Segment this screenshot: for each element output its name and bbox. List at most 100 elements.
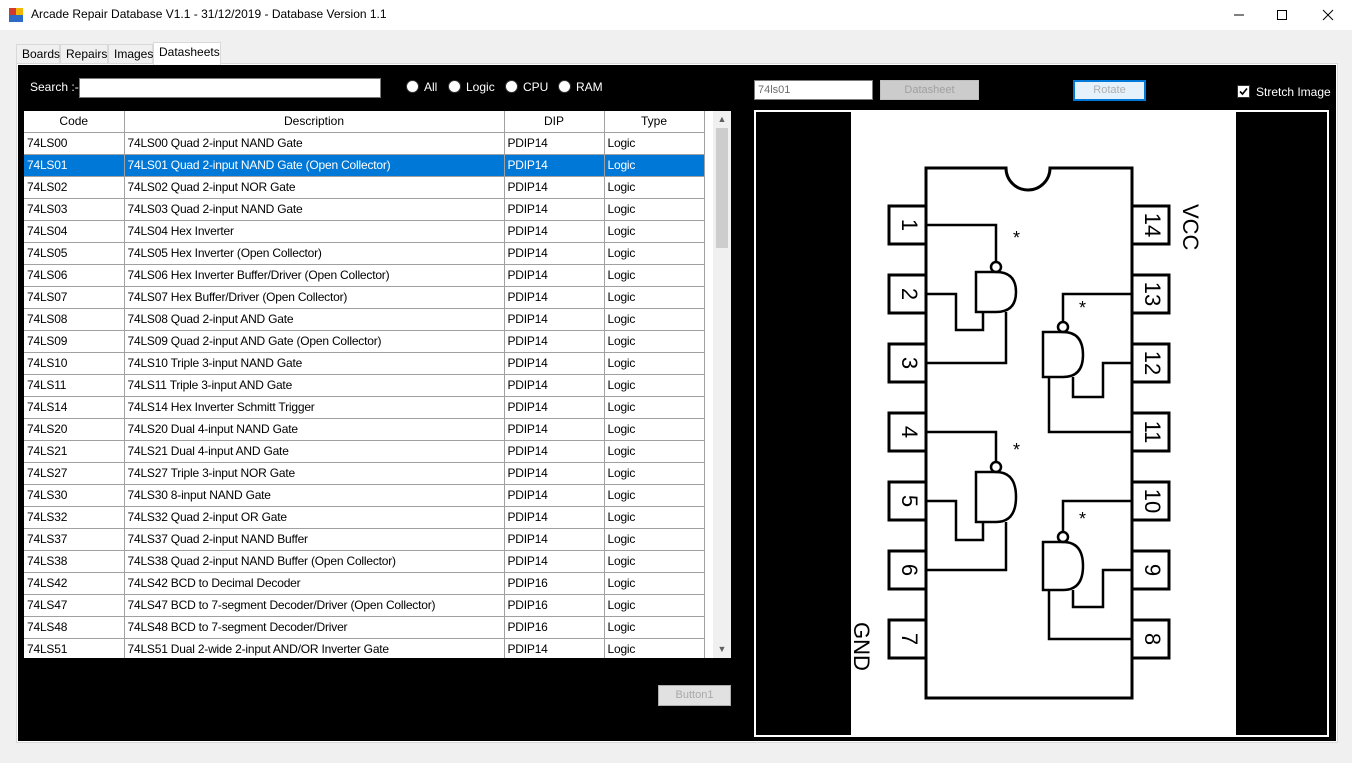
- table-row[interactable]: 74LS20 74LS20 Dual 4-input NAND Gate PDIP1…: [24, 418, 705, 441]
- cell-dip[interactable]: PDIP14: [504, 374, 605, 397]
- cell-description[interactable]: 74LS37 Quad 2-input NAND Buffer: [124, 528, 505, 551]
- cell-code[interactable]: 74LS10: [24, 352, 125, 375]
- cell-description[interactable]: 74LS51 Dual 2-wide 2-input AND/OR Invert…: [124, 638, 505, 658]
- filter-cpu-label[interactable]: CPU: [523, 80, 548, 94]
- cell-dip[interactable]: PDIP14: [504, 462, 605, 485]
- cell-code[interactable]: 74LS47: [24, 594, 125, 617]
- table-row[interactable]: 74LS30 74LS30 8-input NAND Gate PDIP14 Logi…: [24, 484, 705, 507]
- cell-code[interactable]: 74LS20: [24, 418, 125, 441]
- cell-description[interactable]: 74LS32 Quad 2-input OR Gate: [124, 506, 505, 529]
- cell-dip[interactable]: PDIP14: [504, 220, 605, 243]
- cell-dip[interactable]: PDIP16: [504, 616, 605, 639]
- cell-code[interactable]: 74LS05: [24, 242, 125, 265]
- stretch-image-label[interactable]: Stretch Image: [1256, 85, 1331, 99]
- maximize-button[interactable]: [1259, 0, 1305, 30]
- table-row[interactable]: 74LS38 74LS38 Quad 2-input NAND Buffer (O…: [24, 550, 705, 573]
- cell-type[interactable]: Logic: [604, 374, 705, 397]
- table-row[interactable]: 74LS48 74LS48 BCD to 7-segment Decoder/Dr…: [24, 616, 705, 639]
- cell-description[interactable]: 74LS27 Triple 3-input NOR Gate: [124, 462, 505, 485]
- cell-type[interactable]: Logic: [604, 286, 705, 309]
- cell-dip[interactable]: PDIP14: [504, 198, 605, 221]
- search-input[interactable]: [79, 78, 381, 98]
- grid-vertical-scrollbar[interactable]: ▲ ▼: [713, 111, 731, 658]
- cell-description[interactable]: 74LS00 Quad 2-input NAND Gate: [124, 132, 505, 155]
- cell-description[interactable]: 74LS08 Quad 2-input AND Gate: [124, 308, 505, 331]
- table-row[interactable]: 74LS51 74LS51 Dual 2-wide 2-input AND/OR …: [24, 638, 705, 658]
- cell-type[interactable]: Logic: [604, 418, 705, 441]
- column-header-dip[interactable]: DIP: [504, 111, 605, 133]
- tab-boards[interactable]: Boards: [16, 44, 60, 64]
- filter-logic-radio[interactable]: [448, 80, 461, 93]
- cell-dip[interactable]: PDIP16: [504, 572, 605, 595]
- cell-type[interactable]: Logic: [604, 638, 705, 658]
- scroll-down-arrow-icon[interactable]: ▼: [713, 641, 731, 658]
- cell-dip[interactable]: PDIP14: [504, 176, 605, 199]
- tab-images[interactable]: Images: [108, 44, 153, 64]
- rotate-button[interactable]: Rotate: [1073, 80, 1146, 101]
- cell-code[interactable]: 74LS37: [24, 528, 125, 551]
- cell-dip[interactable]: PDIP14: [504, 506, 605, 529]
- cell-description[interactable]: 74LS30 8-input NAND Gate: [124, 484, 505, 507]
- cell-code[interactable]: 74LS00: [24, 132, 125, 155]
- table-row[interactable]: 74LS37 74LS37 Quad 2-input NAND Buffer PDI…: [24, 528, 705, 551]
- cell-code[interactable]: 74LS30: [24, 484, 125, 507]
- cell-description[interactable]: 74LS05 Hex Inverter (Open Collector): [124, 242, 505, 265]
- cell-code[interactable]: 74LS08: [24, 308, 125, 331]
- filter-logic-label[interactable]: Logic: [466, 80, 495, 94]
- table-row[interactable]: 74LS00 74LS00 Quad 2-input NAND Gate PDIP1…: [24, 132, 705, 155]
- chip-code-field[interactable]: 74ls01: [754, 80, 873, 100]
- cell-dip[interactable]: PDIP14: [504, 330, 605, 353]
- cell-dip[interactable]: PDIP14: [504, 440, 605, 463]
- cell-type[interactable]: Logic: [604, 132, 705, 155]
- cell-type[interactable]: Logic: [604, 308, 705, 331]
- cell-code[interactable]: 74LS14: [24, 396, 125, 419]
- table-row[interactable]: 74LS27 74LS27 Triple 3-input NOR Gate PDIP…: [24, 462, 705, 485]
- cell-dip[interactable]: PDIP14: [504, 242, 605, 265]
- cell-type[interactable]: Logic: [604, 176, 705, 199]
- table-row[interactable]: 74LS47 74LS47 BCD to 7-segment Decoder/Dr…: [24, 594, 705, 617]
- cell-type[interactable]: Logic: [604, 264, 705, 287]
- cell-code[interactable]: 74LS27: [24, 462, 125, 485]
- tab-repairs[interactable]: Repairs: [60, 44, 108, 64]
- cell-type[interactable]: Logic: [604, 484, 705, 507]
- table-row[interactable]: 74LS11 74LS11 Triple 3-input AND Gate PDIP…: [24, 374, 705, 397]
- cell-description[interactable]: 74LS14 Hex Inverter Schmitt Trigger: [124, 396, 505, 419]
- cell-description[interactable]: 74LS20 Dual 4-input NAND Gate: [124, 418, 505, 441]
- cell-dip[interactable]: PDIP14: [504, 418, 605, 441]
- cell-code[interactable]: 74LS42: [24, 572, 125, 595]
- cell-code[interactable]: 74LS01: [24, 154, 125, 177]
- cell-code[interactable]: 74LS02: [24, 176, 125, 199]
- cell-dip[interactable]: PDIP14: [504, 264, 605, 287]
- cell-dip[interactable]: PDIP14: [504, 132, 605, 155]
- cell-description[interactable]: 74LS42 BCD to Decimal Decoder: [124, 572, 505, 595]
- cell-description[interactable]: 74LS09 Quad 2-input AND Gate (Open Colle…: [124, 330, 505, 353]
- table-row[interactable]: 74LS09 74LS09 Quad 2-input AND Gate (Open…: [24, 330, 705, 353]
- scroll-up-arrow-icon[interactable]: ▲: [713, 111, 731, 128]
- cell-type[interactable]: Logic: [604, 396, 705, 419]
- minimize-button[interactable]: [1216, 0, 1262, 30]
- cell-description[interactable]: 74LS11 Triple 3-input AND Gate: [124, 374, 505, 397]
- tab-datasheets[interactable]: Datasheets: [153, 42, 221, 65]
- cell-type[interactable]: Logic: [604, 154, 705, 177]
- cell-type[interactable]: Logic: [604, 440, 705, 463]
- cell-code[interactable]: 74LS04: [24, 220, 125, 243]
- column-header-description[interactable]: Description: [124, 111, 505, 133]
- table-row[interactable]: 74LS42 74LS42 BCD to Decimal Decoder PDIP1…: [24, 572, 705, 595]
- cell-code[interactable]: 74LS48: [24, 616, 125, 639]
- cell-description[interactable]: 74LS01 Quad 2-input NAND Gate (Open Coll…: [124, 154, 505, 177]
- filter-all-radio[interactable]: [406, 80, 419, 93]
- cell-type[interactable]: Logic: [604, 462, 705, 485]
- cell-code[interactable]: 74LS32: [24, 506, 125, 529]
- cell-type[interactable]: Logic: [604, 550, 705, 573]
- column-header-code[interactable]: Code: [24, 111, 125, 133]
- datasheet-button[interactable]: Datasheet: [880, 80, 979, 100]
- cell-type[interactable]: Logic: [604, 594, 705, 617]
- table-row[interactable]: 74LS07 74LS07 Hex Buffer/Driver (Open Col…: [24, 286, 705, 309]
- cell-dip[interactable]: PDIP14: [504, 484, 605, 507]
- table-row[interactable]: 74LS03 74LS03 Quad 2-input NAND Gate PDIP1…: [24, 198, 705, 221]
- scrollbar-thumb[interactable]: [716, 128, 728, 248]
- cell-description[interactable]: 74LS48 BCD to 7-segment Decoder/Driver: [124, 616, 505, 639]
- cell-dip[interactable]: PDIP14: [504, 308, 605, 331]
- filter-ram-radio[interactable]: [558, 80, 571, 93]
- cell-dip[interactable]: PDIP14: [504, 352, 605, 375]
